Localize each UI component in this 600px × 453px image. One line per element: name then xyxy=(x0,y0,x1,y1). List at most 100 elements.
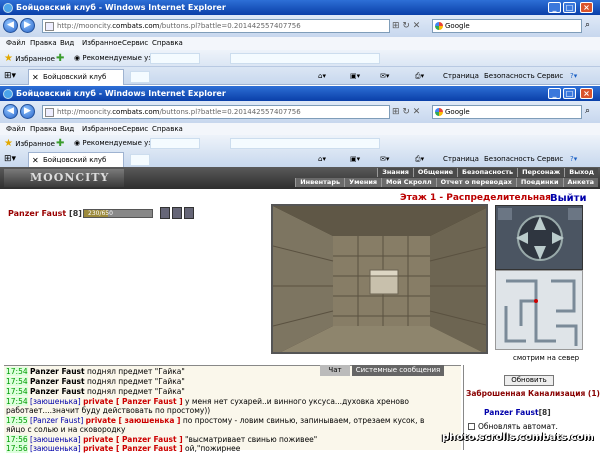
back-button[interactable]: ◀ xyxy=(3,104,18,119)
ie-logo-icon xyxy=(3,3,13,13)
player-marker-icon xyxy=(534,299,538,303)
auto-update-option[interactable]: Обновлять автомат. xyxy=(468,422,558,431)
dungeon-scene xyxy=(273,206,486,352)
favorites-bar: ★ Избранное ✚ ◉ Рекомендуемые узлы xyxy=(0,50,600,67)
menu-battles[interactable]: Поединки xyxy=(515,178,563,187)
minimize-icon[interactable]: _ xyxy=(548,2,561,13)
refresh-button[interactable]: Обновить xyxy=(504,375,554,386)
maximize-icon[interactable]: □ xyxy=(563,88,576,99)
tab-system-messages[interactable]: Системные сообщения xyxy=(352,365,444,376)
address-field[interactable]: http://mooncity.combats.com/buttons.pl?b… xyxy=(42,19,390,33)
google-icon xyxy=(435,108,443,116)
location-name: Заброшенная Канализация (1) xyxy=(466,389,600,398)
hidden-link[interactable] xyxy=(150,138,200,149)
hp-fill: 230/650 xyxy=(84,210,113,217)
search-input[interactable]: Google xyxy=(432,105,582,119)
forward-button[interactable]: ▶ xyxy=(20,18,35,33)
favorites-button[interactable]: ★ Избранное xyxy=(4,50,55,68)
feed-icon[interactable]: ▣▾ xyxy=(350,150,360,168)
window-titlebar: Бойцовский клуб - Windows Internet Explo… xyxy=(0,0,600,15)
player-entry[interactable]: Panzer Faust[8] xyxy=(484,408,551,417)
exit-link[interactable]: Выйти xyxy=(550,193,586,204)
minimap xyxy=(495,270,583,350)
add-favorite-icon[interactable]: ✚ xyxy=(56,50,64,67)
hidden-link[interactable] xyxy=(230,138,380,149)
menu-view[interactable]: Вид xyxy=(60,37,74,50)
hidden-link[interactable] xyxy=(230,53,380,64)
back-button[interactable]: ◀ xyxy=(3,18,18,33)
menu-help[interactable]: Справка xyxy=(152,37,183,50)
menu-edit[interactable]: Правка xyxy=(30,37,57,50)
forward-button[interactable]: ▶ xyxy=(20,104,35,119)
command-tools[interactable]: Сервис xyxy=(537,67,563,85)
refresh-stop-icons[interactable]: ⊞ ↻ ✕ xyxy=(392,106,430,118)
tab-active[interactable]: ✕ Бойцовский клуб xyxy=(28,152,124,168)
tab-chat[interactable]: Чат xyxy=(320,365,350,376)
ie-logo-icon xyxy=(3,89,13,99)
home-icon[interactable]: ⌂▾ xyxy=(318,150,326,168)
quick-tabs-icon[interactable]: ⊞▾ xyxy=(4,150,16,168)
address-bar-row: ◀ ▶ http://mooncity.combats.com/buttons.… xyxy=(0,15,600,37)
command-security[interactable]: Безопасность xyxy=(484,67,535,85)
shield-icon[interactable] xyxy=(184,207,194,219)
menu-profile[interactable]: Анкета xyxy=(562,178,599,187)
room-title: Этаж 1 - Распределительная xyxy=(400,193,551,203)
refresh-stop-icons[interactable]: ⊞ ↻ ✕ xyxy=(392,20,430,32)
address-field[interactable]: http://mooncity.combats.com/buttons.pl?b… xyxy=(42,105,390,119)
chat-line: 17:54 Panzer Faust поднял предмет "Гайка… xyxy=(6,387,185,396)
minimize-icon[interactable]: _ xyxy=(548,88,561,99)
chat-line: 17:56 [заюшенька] private [ Panzer Faust… xyxy=(6,435,318,444)
character-name[interactable]: Panzer Faust [8] i xyxy=(8,209,92,218)
menu-tools[interactable]: Сервис xyxy=(122,37,148,50)
menu-inventory[interactable]: Инвентарь xyxy=(295,178,344,187)
print-icon[interactable]: ⎙▾ xyxy=(415,67,424,85)
feed-icon[interactable]: ▣▾ xyxy=(350,67,360,85)
close-icon[interactable]: × xyxy=(580,88,593,99)
menu-character[interactable]: Персонаж xyxy=(517,168,564,177)
search-go-icon[interactable]: ⌕ xyxy=(585,106,590,116)
shield-icon[interactable] xyxy=(172,207,182,219)
mail-icon[interactable]: ✉▾ xyxy=(380,150,389,168)
new-tab[interactable] xyxy=(130,71,150,83)
window-titlebar: Бойцовский клуб - Windows Internet Explo… xyxy=(0,86,600,101)
command-tools[interactable]: Сервис xyxy=(537,150,563,168)
watermark: photo.scrolls.combats.com xyxy=(442,432,594,443)
search-go-icon[interactable]: ⌕ xyxy=(585,20,590,30)
menu-exit[interactable]: Выход xyxy=(564,168,598,177)
shield-icon[interactable] xyxy=(160,207,170,219)
tab-x-icon: ✕ xyxy=(32,73,39,82)
new-tab[interactable] xyxy=(130,154,150,166)
maximize-icon[interactable]: □ xyxy=(563,2,576,13)
help-icon[interactable]: ?▾ xyxy=(570,150,577,168)
command-security[interactable]: Безопасность xyxy=(484,150,535,168)
game-menu-top: Знания Общение Безопасность Персонаж Выход xyxy=(377,168,598,177)
chat-line: яйцо с солью и на сковородку xyxy=(6,425,126,434)
tab-active[interactable]: ✕ Бойцовский клуб xyxy=(28,69,124,85)
hidden-link[interactable] xyxy=(150,53,200,64)
help-icon[interactable]: ?▾ xyxy=(570,67,577,85)
mail-icon[interactable]: ✉▾ xyxy=(380,67,389,85)
menu-knowledge[interactable]: Знания xyxy=(377,168,413,177)
game-logo: MOONCITY xyxy=(4,169,124,187)
menu-communication[interactable]: Общение xyxy=(412,168,457,177)
menu-scroll[interactable]: Мой Скролл xyxy=(381,178,436,187)
checkbox[interactable] xyxy=(468,423,475,430)
dungeon-view[interactable] xyxy=(271,204,488,354)
address-bar-row: ◀ ▶ http://mooncity.combats.com/buttons.… xyxy=(0,101,600,123)
close-icon[interactable]: × xyxy=(580,2,593,13)
chat-panel[interactable]: 17:54 Panzer Faust поднял предмет "Гайка… xyxy=(4,365,461,453)
print-icon[interactable]: ⎙▾ xyxy=(415,150,424,168)
home-icon[interactable]: ⌂▾ xyxy=(318,67,326,85)
game-menu-bottom: Инвентарь Умения Мой Скролл Отчет о перевод… xyxy=(295,178,598,187)
command-page[interactable]: Страница xyxy=(443,67,479,85)
search-input[interactable]: Google xyxy=(432,19,582,33)
menu-transfers[interactable]: Отчет о переводах xyxy=(435,178,516,187)
chat-line: 17:56 [заюшенька] private [ Panzer Faust… xyxy=(6,444,241,453)
suggested-sites[interactable]: ◉ Рекомендуемые узлы xyxy=(74,50,162,67)
menu-security[interactable]: Безопасность xyxy=(457,168,517,177)
command-page[interactable]: Страница xyxy=(443,150,479,168)
menu-skills[interactable]: Умения xyxy=(344,178,381,187)
menu-favorites[interactable]: Избранное xyxy=(82,37,122,50)
quick-tabs-icon[interactable]: ⊞▾ xyxy=(4,67,16,85)
menu-file[interactable]: Файл xyxy=(6,37,25,50)
